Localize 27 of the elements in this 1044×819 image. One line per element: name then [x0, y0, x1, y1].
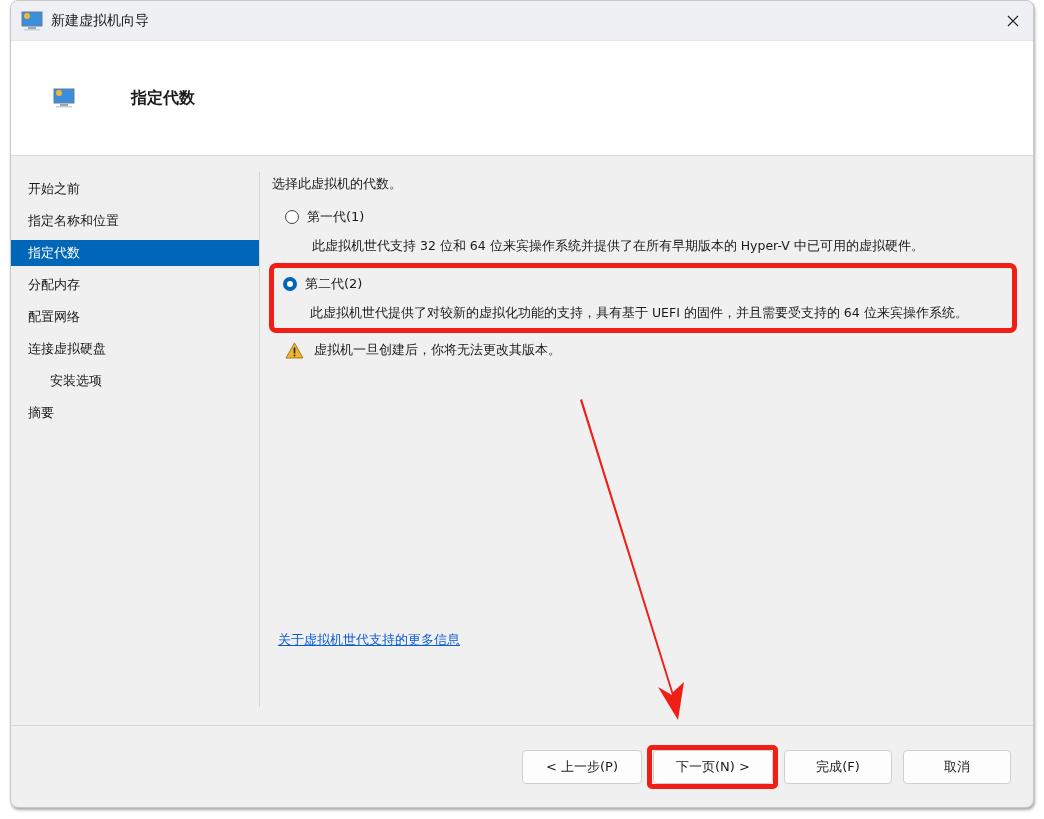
nav-item[interactable]: 开始之前: [11, 176, 259, 202]
close-icon[interactable]: [1007, 14, 1019, 27]
option-description: 此虚拟机世代提供了对较新的虚拟化功能的支持，具有基于 UEFI 的固件，并且需要受支持的 64 位来宾操作系统。: [309, 305, 969, 322]
nav-item[interactable]: 指定代数: [11, 240, 259, 266]
prompt-text: 选择此虚拟机的代数。: [272, 175, 403, 193]
nav-item[interactable]: 指定名称和位置: [11, 208, 259, 234]
radio-button[interactable]: [283, 277, 297, 291]
page-heading: 指定代数: [131, 87, 195, 109]
info-link[interactable]: 关于虚拟机世代支持的更多信息: [278, 631, 460, 649]
option-description: 此虚拟机世代支持 32 位和 64 位来宾操作系统并提供了在所有早期版本的 Hyper-V 中已可用的虚拟硬件。: [311, 238, 925, 255]
nav-item[interactable]: 连接虚拟硬盘: [11, 336, 259, 362]
option-label[interactable]: 第二代(2): [305, 275, 363, 293]
nav-item[interactable]: 安装选项: [11, 368, 259, 394]
radio-button[interactable]: [285, 210, 299, 224]
wizard-button[interactable]: < 上一步(P): [522, 749, 642, 784]
wizard-button[interactable]: 取消: [903, 749, 1011, 784]
nav-item[interactable]: 配置网络: [11, 304, 259, 330]
window-title: 新建虚拟机向导: [51, 11, 150, 30]
warning-text: 虚拟机一旦创建后，你将无法更改其版本。: [314, 341, 561, 359]
monitor-icon: [53, 88, 75, 108]
app-icon: [21, 10, 43, 31]
option-label[interactable]: 第一代(1): [307, 208, 365, 226]
nav-item[interactable]: 分配内存: [11, 272, 259, 298]
wizard-button[interactable]: 下一页(N) >: [653, 749, 773, 784]
nav-item[interactable]: 摘要: [11, 400, 259, 426]
warning-icon: [285, 341, 304, 359]
wizard-button[interactable]: 完成(F): [784, 749, 892, 784]
